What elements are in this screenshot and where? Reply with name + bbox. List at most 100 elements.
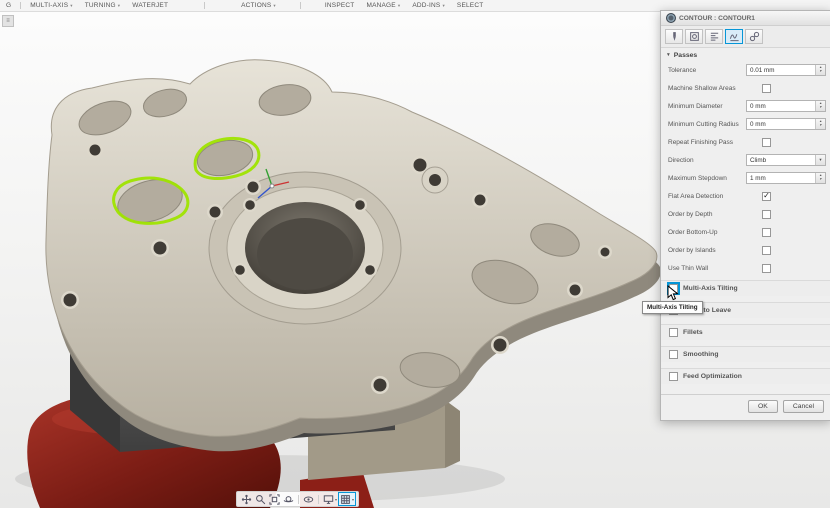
group-sections: Multi-Axis TiltingStock to LeaveFilletsS… <box>661 280 830 384</box>
linking-icon <box>749 31 760 42</box>
section-multi-axis-tilting[interactable]: Multi-Axis Tilting <box>661 280 830 296</box>
value-text: 0 mm <box>747 103 815 110</box>
chevron-down-icon: ▾ <box>815 155 825 165</box>
menu-label: INSPECT <box>325 2 355 9</box>
display-settings-icon <box>323 494 334 505</box>
central-bore <box>209 172 401 324</box>
menu-label: MULTI-AXIS <box>30 2 68 9</box>
machined-part[interactable] <box>46 60 661 452</box>
param-row-order-bottom-up: Order Bottom-Up <box>661 223 830 241</box>
param-row-direction: DirectionClimb▾ <box>661 151 830 169</box>
menu-select[interactable]: SELECT <box>451 2 490 9</box>
menu-label: ACTIONS <box>241 2 271 9</box>
toolbar-separator <box>204 2 205 9</box>
toolbar-separator <box>20 2 21 9</box>
param-label: Use Thin Wall <box>668 265 708 272</box>
menu-label: G <box>6 2 11 9</box>
tolerance-input[interactable]: 0.01 mm▴▾ <box>746 64 826 76</box>
section-label: Multi-Axis Tilting <box>683 285 738 292</box>
passes-icon <box>729 31 740 42</box>
view-navigation-bar: ▾▾ <box>236 491 359 507</box>
maximum-stepdown-input[interactable]: 1 mm▴▾ <box>746 172 826 184</box>
ok-button[interactable]: OK <box>748 400 778 413</box>
pan-icon <box>241 494 252 505</box>
section-fillets[interactable]: Fillets <box>661 324 830 340</box>
chevron-down-icon: ▾ <box>398 3 400 9</box>
param-label: Tolerance <box>668 67 696 74</box>
menu-waterjet[interactable]: WATERJET <box>126 2 174 9</box>
flat-area-detection-checkbox[interactable]: ✓ <box>762 192 771 201</box>
tab-passes[interactable] <box>725 29 743 44</box>
multi-axis-tilting-checkbox[interactable] <box>669 284 678 293</box>
cancel-button[interactable]: Cancel <box>783 400 824 413</box>
menu-manage[interactable]: MANAGE▾ <box>360 2 406 9</box>
passes-section-header[interactable]: ▼ Passes <box>661 48 830 61</box>
order-by-depth-checkbox[interactable] <box>762 210 771 219</box>
param-row-order-by-islands: Order by Islands <box>661 241 830 259</box>
pan-button[interactable] <box>240 493 253 505</box>
look-at-icon <box>303 494 314 505</box>
value-text: 0.01 mm <box>747 67 815 74</box>
menu-label: ADD-INS <box>412 2 440 9</box>
contour-dialog: CONTOUR : CONTOUR1 ▼ Passes Tolerance 0.0… <box>660 10 830 421</box>
navbar-separator <box>318 495 319 504</box>
look-at-button[interactable] <box>302 493 315 505</box>
value-text: 0 mm <box>747 121 815 128</box>
param-row-tolerance: Tolerance 0.01 mm▴▾ <box>661 61 830 79</box>
param-label: Minimum Diameter <box>668 103 723 110</box>
param-row-flat-area-detection: Flat Area Detection ✓ <box>661 187 830 205</box>
grid-settings-button[interactable]: ▾ <box>339 493 355 505</box>
menu-label: MANAGE <box>366 2 395 9</box>
dialog-tabs <box>661 26 830 48</box>
browser-toggle-icon[interactable]: ≡ <box>2 15 14 27</box>
tab-heights[interactable] <box>705 29 723 44</box>
repeat-finishing-pass-checkbox[interactable] <box>762 138 771 147</box>
chevron-down-icon: ▾ <box>273 3 275 9</box>
use-thin-wall-checkbox[interactable] <box>762 264 771 273</box>
machine-shallow-areas-checkbox[interactable] <box>762 84 771 93</box>
spinner-buttons[interactable]: ▴▾ <box>815 101 825 111</box>
menu-add-ins[interactable]: ADD-INS▾ <box>406 2 451 9</box>
minimum-diameter-input[interactable]: 0 mm▴▾ <box>746 100 826 112</box>
menu-inspect[interactable]: INSPECT <box>319 2 361 9</box>
direction-select[interactable]: Climb▾ <box>746 154 826 166</box>
tab-geometry[interactable] <box>685 29 703 44</box>
order-by-islands-checkbox[interactable] <box>762 246 771 255</box>
section-feed-optimization[interactable]: Feed Optimization <box>661 368 830 384</box>
param-label: Repeat Finishing Pass <box>668 139 733 146</box>
contour-operation-icon <box>666 13 676 23</box>
spinner-buttons[interactable]: ▴▾ <box>815 119 825 129</box>
zoom-icon <box>255 494 266 505</box>
order-bottom-up-checkbox[interactable] <box>762 228 771 237</box>
zoom-button[interactable] <box>254 493 267 505</box>
menu-label: TURNING <box>85 2 116 9</box>
param-label: Maximum Stepdown <box>668 175 727 182</box>
spinner-buttons[interactable]: ▴▾ <box>815 173 825 183</box>
section-smoothing[interactable]: Smoothing <box>661 346 830 362</box>
feed-optimization-checkbox[interactable] <box>669 372 678 381</box>
fillets-checkbox[interactable] <box>669 328 678 337</box>
tab-tool[interactable] <box>665 29 683 44</box>
dialog-title: CONTOUR : CONTOUR1 <box>679 15 755 22</box>
param-label: Flat Area Detection <box>668 193 723 200</box>
navbar-separator <box>298 495 299 504</box>
menu-turning[interactable]: TURNING▾ <box>79 2 126 9</box>
dialog-footer: OK Cancel <box>661 394 830 420</box>
tab-linking[interactable] <box>745 29 763 44</box>
spinner-buttons[interactable]: ▴▾ <box>815 65 825 75</box>
menu-multi-axis[interactable]: MULTI-AXIS▾ <box>24 2 78 9</box>
param-row-use-thin-wall: Use Thin Wall <box>661 259 830 277</box>
menu-g[interactable]: G <box>0 2 17 9</box>
dialog-titlebar[interactable]: CONTOUR : CONTOUR1 <box>661 11 830 26</box>
minimum-cutting-radius-input[interactable]: 0 mm▴▾ <box>746 118 826 130</box>
chevron-down-icon: ▾ <box>118 3 120 9</box>
fit-button[interactable] <box>268 493 281 505</box>
param-row-repeat-finishing-pass: Repeat Finishing Pass <box>661 133 830 151</box>
value-text: 1 mm <box>747 175 815 182</box>
smoothing-checkbox[interactable] <box>669 350 678 359</box>
display-settings-button[interactable]: ▾ <box>322 493 338 505</box>
section-label: Smoothing <box>683 351 719 358</box>
menu-actions[interactable]: ACTIONS▾ <box>235 2 282 9</box>
param-row-minimum-cutting-radius: Minimum Cutting Radius0 mm▴▾ <box>661 115 830 133</box>
orbit-button[interactable] <box>282 493 295 505</box>
